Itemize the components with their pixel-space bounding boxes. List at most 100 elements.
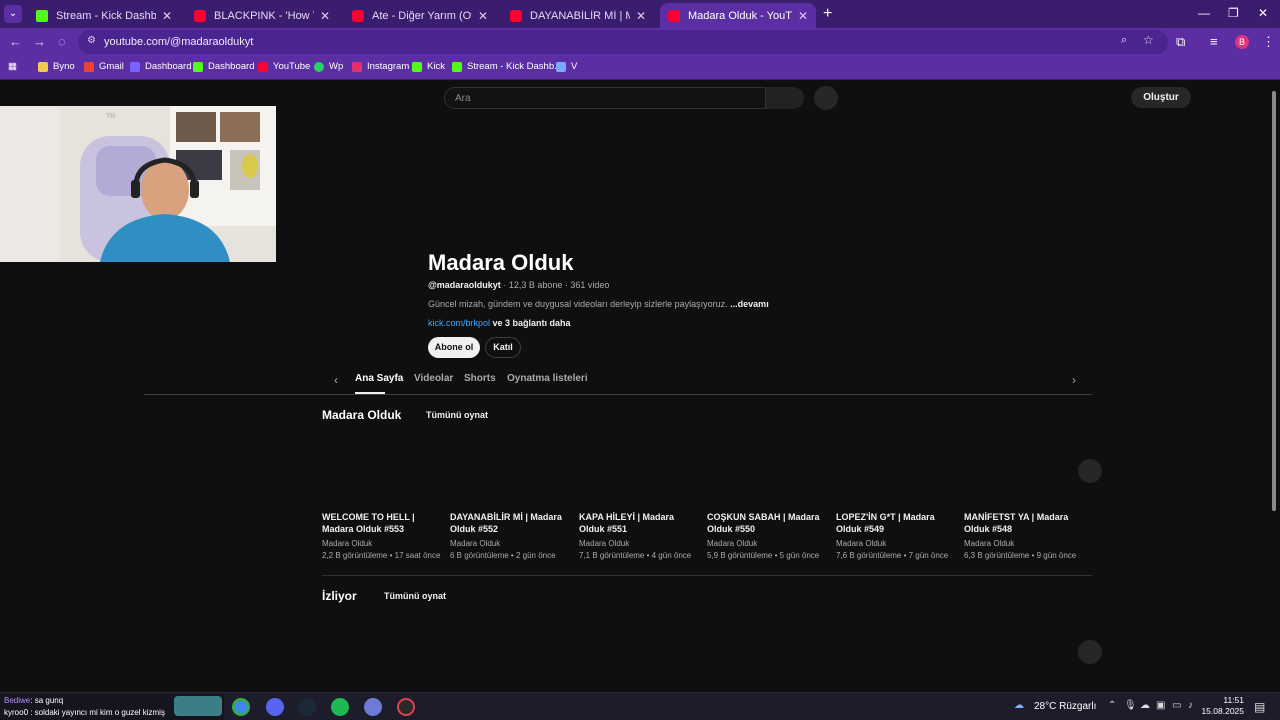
bookmark-item[interactable]: Kick: [412, 61, 445, 72]
browser-tab[interactable]: DAYANABİLİR Mİ | Madara Olduk ✕: [502, 3, 654, 28]
search-input[interactable]: Ara: [444, 87, 766, 109]
video-card[interactable]: COŞKUN SABAH | Madara Olduk #550 Madara …: [707, 511, 829, 560]
chevron-right-icon[interactable]: ›: [1072, 373, 1076, 387]
channel-description[interactable]: Güncel mizah, gündem ve duygusal videola…: [428, 299, 769, 309]
video-thumbnail[interactable]: [450, 421, 572, 505]
shelf-next-button[interactable]: [1078, 640, 1102, 664]
chevron-up-icon[interactable]: ⌃: [1108, 700, 1116, 711]
weather-icon[interactable]: ☁: [1014, 700, 1024, 711]
bookmark-item[interactable]: Wp: [314, 61, 343, 72]
video-card[interactable]: KAPA HİLEYİ | Madara Olduk #551 Madara O…: [579, 511, 701, 560]
close-tab-icon[interactable]: ✕: [798, 9, 808, 23]
microphone-icon[interactable]: 🎙: [1124, 700, 1137, 711]
video-channel[interactable]: Madara Olduk: [579, 539, 701, 548]
subscribe-button[interactable]: Abone ol: [428, 337, 480, 358]
bookmark-item[interactable]: Byno: [38, 61, 75, 72]
video-channel[interactable]: Madara Olduk: [707, 539, 829, 548]
spotify-icon[interactable]: [331, 698, 349, 716]
video-card[interactable]: DAYANABİLİR Mİ | Madara Olduk #552 Madar…: [450, 511, 572, 560]
browser-tab[interactable]: Stream - Kick Dashboard ✕: [28, 3, 180, 28]
browser-tab-active[interactable]: Madara Olduk - YouTube ✕: [660, 3, 816, 28]
section-title[interactable]: İzliyor: [322, 589, 357, 603]
apps-grid-icon[interactable]: ▦: [8, 61, 17, 72]
video-title[interactable]: COŞKUN SABAH | Madara Olduk #550: [707, 511, 829, 535]
video-channel[interactable]: Madara Olduk: [450, 539, 572, 548]
new-tab-button[interactable]: +: [823, 5, 832, 23]
close-tab-icon[interactable]: ✕: [162, 9, 172, 23]
menu-kebab-icon[interactable]: ⋮: [1262, 34, 1275, 50]
video-title[interactable]: DAYANABİLİR Mİ | Madara Olduk #552: [450, 511, 572, 535]
video-thumbnail[interactable]: [579, 421, 701, 505]
app-icon[interactable]: [364, 698, 382, 716]
video-channel[interactable]: Madara Olduk: [964, 539, 1086, 548]
network-icon[interactable]: ▭: [1172, 700, 1181, 711]
section-title[interactable]: Madara Olduk: [322, 408, 401, 422]
channel-link[interactable]: kick.com/brkpol: [428, 318, 490, 328]
video-title[interactable]: WELCOME TO HELL | Madara Olduk #553: [322, 511, 444, 535]
system-clock[interactable]: 11:51 15.08.2025: [1200, 695, 1244, 717]
bookmark-item[interactable]: Dashboard: [130, 61, 191, 72]
tab-videos[interactable]: Videolar: [414, 373, 453, 384]
description-more-link[interactable]: ...devamı: [730, 299, 769, 309]
obs-icon[interactable]: [397, 698, 415, 716]
video-channel[interactable]: Madara Olduk: [322, 539, 444, 548]
profile-avatar[interactable]: B: [1235, 35, 1249, 49]
bookmark-item[interactable]: Stream - Kick Dashb...: [452, 61, 562, 72]
video-title[interactable]: KAPA HİLEYİ | Madara Olduk #551: [579, 511, 701, 535]
play-all-button[interactable]: Tümünü oynat: [426, 410, 488, 420]
loading-spinner-icon[interactable]: ◌: [58, 34, 66, 49]
video-card[interactable]: MANİFETST YA | Madara Olduk #548 Madara …: [964, 511, 1086, 560]
chevron-left-icon[interactable]: ‹: [334, 373, 338, 387]
video-thumbnail[interactable]: [322, 421, 444, 505]
cloud-icon[interactable]: ☁: [1140, 700, 1150, 711]
url-text[interactable]: youtube.com/@madaraoldukyt: [104, 36, 253, 48]
media-control-icon[interactable]: ≡: [1210, 34, 1218, 49]
video-thumbnail[interactable]: [707, 421, 829, 505]
bookmark-item[interactable]: Instagram: [352, 61, 409, 72]
create-button[interactable]: Oluştur: [1131, 87, 1191, 108]
restore-icon[interactable]: ❐: [1228, 6, 1239, 20]
browser-tab[interactable]: BLACKPINK - 'How You Like That' ✕: [186, 3, 338, 28]
browser-tab[interactable]: Ate - Diğer Yarım (Official Video) ✕: [344, 3, 496, 28]
video-thumbnail[interactable]: [964, 421, 1086, 505]
play-all-button[interactable]: Tümünü oynat: [384, 591, 446, 601]
tab-home[interactable]: Ana Sayfa: [355, 373, 403, 384]
bookmark-star-icon[interactable]: ☆: [1143, 33, 1154, 47]
extensions-icon[interactable]: ⧉: [1176, 34, 1185, 50]
voice-search-button[interactable]: [814, 86, 838, 110]
scrollbar-thumb[interactable]: [1272, 91, 1276, 511]
notification-icon[interactable]: ▤: [1254, 700, 1265, 714]
bookmark-item[interactable]: Dashboard: [193, 61, 254, 72]
bookmark-item[interactable]: Gmail: [84, 61, 124, 72]
bookmark-item[interactable]: V: [556, 61, 577, 72]
video-thumbnail[interactable]: [836, 421, 958, 505]
close-tab-icon[interactable]: ✕: [320, 9, 330, 23]
shelf-next-button[interactable]: [1078, 459, 1102, 483]
tab-search-button[interactable]: ⌄: [4, 5, 22, 23]
video-card[interactable]: WELCOME TO HELL | Madara Olduk #553 Mada…: [322, 511, 444, 560]
volume-icon[interactable]: ♪: [1188, 700, 1193, 711]
zoom-icon[interactable]: ⌕: [1121, 34, 1127, 47]
address-bar[interactable]: ⚙ youtube.com/@madaraoldukyt ⌕ ☆: [78, 30, 1168, 54]
discord-icon[interactable]: [266, 698, 284, 716]
close-window-icon[interactable]: ✕: [1258, 6, 1268, 20]
join-button[interactable]: Katıl: [485, 337, 521, 358]
video-title[interactable]: LOPEZ'İN G*T | Madara Olduk #549: [836, 511, 958, 535]
video-title[interactable]: MANİFETST YA | Madara Olduk #548: [964, 511, 1086, 535]
minimize-icon[interactable]: —: [1198, 6, 1210, 20]
tab-playlists[interactable]: Oynatma listeleri: [507, 373, 588, 384]
weather-text[interactable]: 28°C Rüzgarlı: [1034, 701, 1096, 712]
back-icon[interactable]: ←: [9, 34, 22, 49]
video-card[interactable]: LOPEZ'İN G*T | Madara Olduk #549 Madara …: [836, 511, 958, 560]
site-info-icon[interactable]: ⚙: [87, 35, 96, 46]
video-channel[interactable]: Madara Olduk: [836, 539, 958, 548]
bookmark-item[interactable]: YouTube: [258, 61, 310, 72]
more-links-button[interactable]: ve 3 bağlantı daha: [493, 318, 571, 328]
tab-shorts[interactable]: Shorts: [464, 373, 496, 384]
taskbar-widget-thumbnail[interactable]: [174, 696, 222, 716]
steam-icon[interactable]: [298, 698, 316, 716]
search-button[interactable]: [766, 87, 804, 109]
app-tray-icon[interactable]: ▣: [1156, 700, 1165, 711]
forward-icon[interactable]: →: [33, 34, 46, 49]
close-tab-icon[interactable]: ✕: [636, 9, 646, 23]
